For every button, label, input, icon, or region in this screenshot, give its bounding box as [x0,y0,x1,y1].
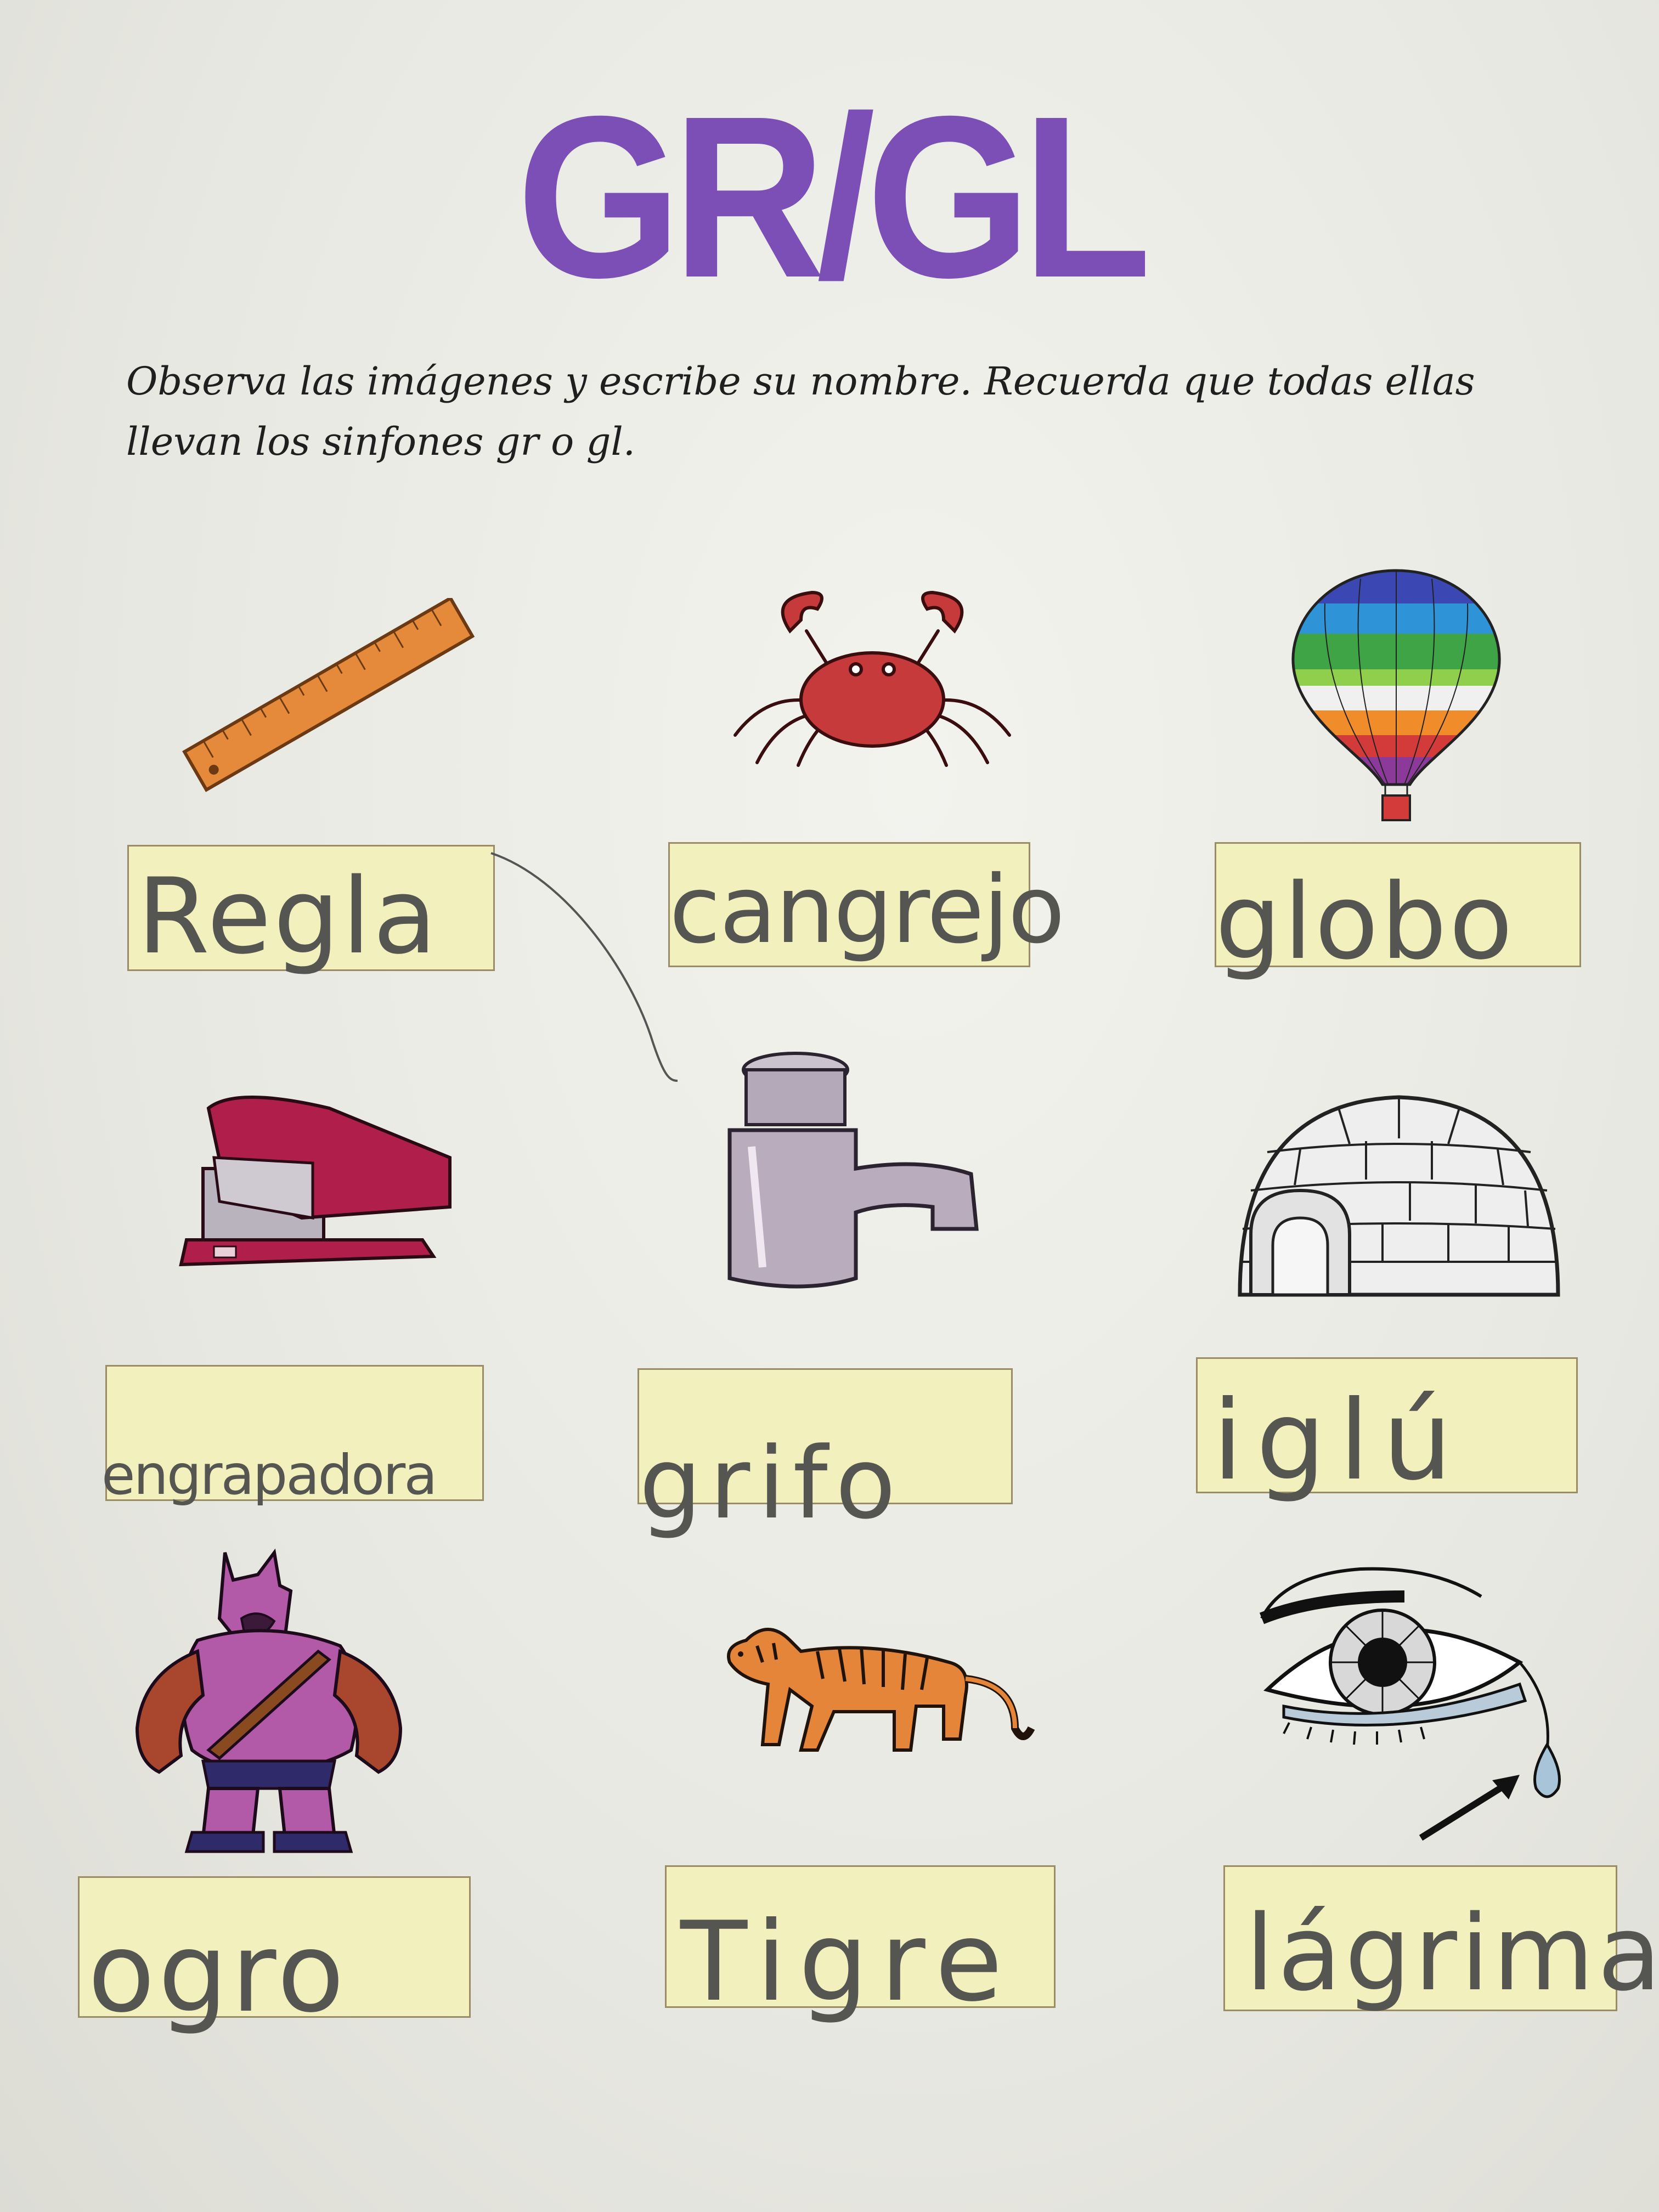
answer-text-9: lágrima [1245,1893,1659,2014]
crab-picture [733,590,1011,767]
answer-text-6: iglú [1212,1377,1465,1505]
hot-air-balloon-picture [1291,569,1501,821]
instructions-text: Observa las imágenes y escribe su nombre… [126,359,1475,464]
pencil-stray-line [490,852,678,1082]
answer-text-5: grifo [639,1426,904,1541]
answer-text-1: Regla [137,856,439,977]
ruler-picture [182,598,475,792]
answer-text-7: ogro [88,1909,348,2037]
worksheet-page: GR/GL Observa las imágenes y escribe su … [0,0,1659,2212]
stapler-picture [179,1096,452,1267]
ogre-picture [135,1548,403,1853]
worksheet-title: GR/GL [516,69,1152,326]
answer-text-4: engrapadora [101,1443,438,1507]
answer-text-8: Tigre [680,1898,1015,2026]
answer-text-3: globo [1215,861,1515,983]
answer-text-2: cangrejo [669,856,1065,964]
faucet-picture [727,1052,979,1289]
igloo-picture [1238,1095,1560,1297]
teardrop-eye-picture [1259,1567,1561,1841]
tiger-picture [727,1628,1035,1752]
